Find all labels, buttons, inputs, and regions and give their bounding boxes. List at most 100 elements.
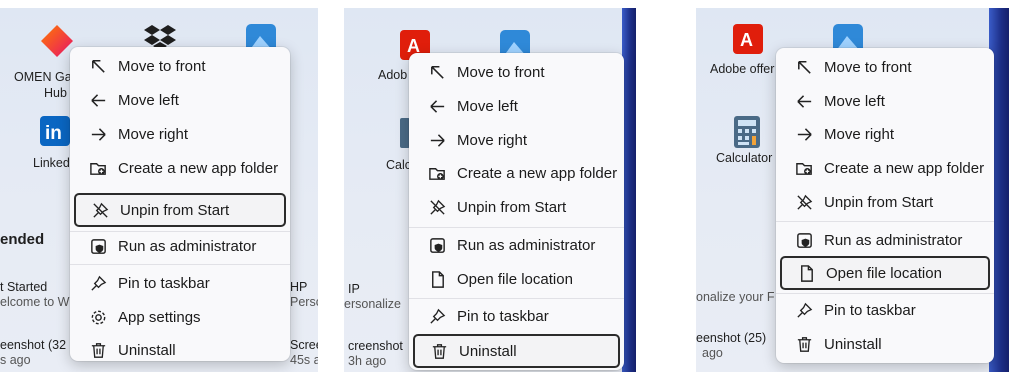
menu-item-uninstall[interactable]: Uninstall <box>413 334 620 368</box>
adobe-icon[interactable]: A <box>733 24 763 54</box>
menu-item-label: Open file location <box>826 264 942 282</box>
rec-item-title[interactable]: eenshot (25) <box>696 331 766 346</box>
arrow-left-icon <box>786 92 822 111</box>
context-menu: Move to front Move left Move right Creat… <box>776 48 994 363</box>
rec-item-title[interactable]: t Started <box>0 280 47 295</box>
menu-item-label: Pin to taskbar <box>118 274 210 292</box>
svg-text:in: in <box>45 123 62 144</box>
menu-item-unpin-from-start[interactable]: Unpin from Start <box>74 193 286 227</box>
trash-icon <box>80 341 116 360</box>
new-folder-icon <box>419 164 455 183</box>
arrow-up-left-icon <box>80 57 116 76</box>
menu-divider <box>776 221 994 222</box>
menu-item-run-as-admin[interactable]: Run as administrator <box>780 224 990 256</box>
menu-item-move-right[interactable]: Move right <box>74 118 286 150</box>
rec-item-title[interactable]: IP <box>348 282 360 297</box>
menu-item-label: Pin to taskbar <box>824 301 916 319</box>
arrow-right-icon <box>419 131 455 150</box>
menu-item-label: Move left <box>118 91 179 109</box>
rec-item-sub: 3h ago <box>348 354 387 368</box>
menu-item-uninstall[interactable]: Uninstall <box>74 334 286 366</box>
omen-gaming-hub-icon[interactable] <box>40 24 74 58</box>
unpin-icon <box>786 193 822 212</box>
menu-item-move-to-front[interactable]: Move to front <box>413 56 620 88</box>
menu-item-unpin-from-start[interactable]: Unpin from Start <box>780 186 990 218</box>
menu-item-create-folder[interactable]: Create a new app folder <box>74 152 286 184</box>
menu-item-label: Unpin from Start <box>457 198 567 216</box>
rec-item-sub: Persc <box>290 295 318 309</box>
context-menu: Move to front Move left Move right Creat… <box>409 53 624 370</box>
menu-divider <box>409 227 624 228</box>
menu-item-label: Create a new app folder <box>118 159 279 177</box>
app-label-adobe: Adobe offer <box>710 62 775 76</box>
menu-item-label: Open file location <box>457 270 573 288</box>
pin-icon <box>786 301 822 320</box>
rec-item-title[interactable]: HP <box>290 280 307 295</box>
menu-divider <box>409 298 624 299</box>
arrow-left-icon <box>419 97 455 116</box>
start-menu-panel-2: A Adob Calc IP ersonalize creenshot 3h a… <box>344 8 636 372</box>
calculator-icon[interactable] <box>734 116 760 148</box>
menu-item-move-left[interactable]: Move left <box>780 85 990 117</box>
app-label-calculator: Calc <box>386 158 412 172</box>
start-menu-panel-3: A Adobe offer Calculator onalize your F … <box>696 8 1009 372</box>
arrow-left-icon <box>80 91 116 110</box>
menu-item-move-to-front[interactable]: Move to front <box>780 51 990 83</box>
shield-icon <box>786 231 822 250</box>
unpin-icon <box>419 198 455 217</box>
menu-item-label: Uninstall <box>824 335 882 353</box>
menu-item-move-to-front[interactable]: Move to front <box>74 50 286 82</box>
unpin-icon <box>82 201 118 220</box>
app-label-omen: OMEN Ga <box>14 70 72 84</box>
file-icon <box>788 264 824 283</box>
menu-item-label: Uninstall <box>459 342 517 360</box>
menu-item-unpin-from-start[interactable]: Unpin from Start <box>413 191 620 223</box>
menu-item-open-file-location[interactable]: Open file location <box>780 256 990 290</box>
menu-item-run-as-admin[interactable]: Run as administrator <box>74 230 286 262</box>
menu-item-open-file-location[interactable]: Open file location <box>413 263 620 295</box>
linkedin-icon[interactable]: in <box>40 116 70 146</box>
new-folder-icon <box>786 159 822 178</box>
rec-item-title[interactable]: creenshot <box>348 339 403 354</box>
context-menu: Move to front Move left Move right Creat… <box>70 47 290 361</box>
rec-item-sub: elcome to W <box>0 295 70 309</box>
menu-item-label: Create a new app folder <box>824 159 985 177</box>
menu-item-label: Move right <box>824 125 895 143</box>
arrow-up-left-icon <box>419 63 455 82</box>
app-label-calculator: Calculator <box>716 151 773 165</box>
menu-item-app-settings[interactable]: App settings <box>74 301 286 333</box>
menu-item-label: Move left <box>457 97 518 115</box>
shield-icon <box>419 236 455 255</box>
menu-item-move-right[interactable]: Move right <box>413 124 620 156</box>
shield-icon <box>80 237 116 256</box>
menu-item-move-left[interactable]: Move left <box>413 90 620 122</box>
rec-item-title[interactable]: Scree <box>290 338 318 353</box>
rec-item-sub: 45s a <box>290 353 318 367</box>
menu-item-uninstall[interactable]: Uninstall <box>780 328 990 360</box>
app-label-omen-line2: Hub <box>44 86 67 100</box>
menu-item-pin-to-taskbar[interactable]: Pin to taskbar <box>74 267 286 299</box>
menu-item-label: Move to front <box>118 57 206 75</box>
menu-item-label: Create a new app folder <box>457 164 618 182</box>
arrow-up-left-icon <box>786 58 822 77</box>
menu-item-move-left[interactable]: Move left <box>74 84 286 116</box>
trash-icon <box>421 342 457 361</box>
menu-item-create-folder[interactable]: Create a new app folder <box>780 152 990 184</box>
recommended-heading: ended <box>0 231 45 248</box>
svg-text:A: A <box>740 30 753 50</box>
menu-item-label: Run as administrator <box>457 236 596 254</box>
menu-item-pin-to-taskbar[interactable]: Pin to taskbar <box>780 294 990 326</box>
pin-icon <box>419 307 455 326</box>
rec-item-title[interactable]: eenshot (32 <box>0 338 66 353</box>
arrow-right-icon <box>80 125 116 144</box>
menu-divider <box>70 264 290 265</box>
menu-item-move-right[interactable]: Move right <box>780 118 990 150</box>
menu-item-run-as-admin[interactable]: Run as administrator <box>413 229 620 261</box>
menu-item-label: App settings <box>118 308 201 326</box>
rec-item-sub: ago <box>702 346 723 360</box>
menu-item-label: Move to front <box>824 58 912 76</box>
menu-item-create-folder[interactable]: Create a new app folder <box>413 157 620 189</box>
menu-item-label: Move left <box>824 92 885 110</box>
pin-icon <box>80 274 116 293</box>
menu-item-pin-to-taskbar[interactable]: Pin to taskbar <box>413 300 620 332</box>
